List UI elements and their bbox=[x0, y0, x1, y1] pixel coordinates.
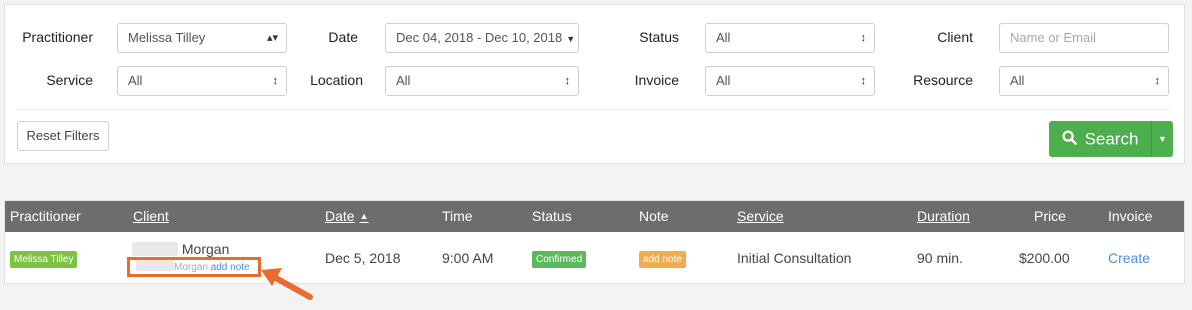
duration-value: 90 min. bbox=[917, 250, 963, 266]
status-label: Status bbox=[639, 29, 679, 45]
date-range-value: Dec 04, 2018 - Dec 10, 2018 bbox=[396, 30, 563, 45]
col-date-sort[interactable]: Date ▲ bbox=[325, 201, 369, 232]
status-value: All bbox=[716, 30, 731, 45]
invoice-select[interactable]: All ↕ bbox=[705, 66, 875, 96]
arrow-annotation-icon bbox=[261, 268, 313, 300]
reset-filters-button[interactable]: Reset Filters bbox=[17, 121, 109, 151]
sort-asc-icon: ▲ bbox=[359, 211, 369, 221]
redacted-name bbox=[132, 242, 178, 256]
status-badge: Confirmed bbox=[532, 251, 587, 268]
service-name: Initial Consultation bbox=[737, 250, 852, 266]
caret-down-icon: ▼ bbox=[1158, 134, 1167, 144]
location-value: All bbox=[396, 73, 411, 88]
create-invoice-link[interactable]: Create bbox=[1108, 249, 1150, 267]
select-arrows-icon: ↕ bbox=[860, 75, 867, 87]
search-icon bbox=[1062, 122, 1077, 158]
practitioner-badge: Melissa Tilley bbox=[10, 251, 78, 268]
select-arrows-icon: ↕ bbox=[860, 32, 867, 44]
col-practitioner: Practitioner bbox=[10, 208, 81, 224]
client-name[interactable]: Morgan bbox=[132, 241, 229, 257]
price-value: $200.00 bbox=[1019, 250, 1070, 266]
search-button-group: Search ▼ bbox=[1049, 121, 1173, 157]
resource-select[interactable]: All ↕ bbox=[999, 66, 1169, 96]
client-name-text: Morgan bbox=[181, 241, 230, 257]
table-header: Practitioner Client Date ▲ Time Status No… bbox=[5, 201, 1184, 232]
col-duration-sort[interactable]: Duration bbox=[917, 201, 970, 232]
location-select[interactable]: All ↕ bbox=[385, 66, 579, 96]
date-range-picker[interactable]: Dec 04, 2018 - Dec 10, 2018 ▼ bbox=[385, 23, 579, 53]
search-options-toggle[interactable]: ▼ bbox=[1151, 121, 1173, 157]
date-label: Date bbox=[328, 29, 358, 45]
select-arrows-icon: ↕ bbox=[564, 75, 571, 87]
appointment-date: Dec 5, 2018 bbox=[325, 250, 401, 266]
resource-value: All bbox=[1010, 73, 1025, 88]
col-service-sort[interactable]: Service bbox=[737, 201, 784, 232]
col-date-label: Date bbox=[325, 208, 355, 224]
add-note-badge[interactable]: add note bbox=[639, 251, 686, 268]
select-arrows-icon: ↕ bbox=[1154, 75, 1161, 87]
filter-panel: Practitioner Melissa Tilley ▴▾ Date Dec … bbox=[4, 4, 1185, 164]
highlight-box bbox=[127, 257, 261, 277]
search-button[interactable]: Search bbox=[1049, 121, 1151, 157]
search-label: Search bbox=[1084, 129, 1139, 149]
client-label: Client bbox=[937, 29, 973, 45]
practitioner-label: Practitioner bbox=[22, 29, 93, 45]
col-invoice: Invoice bbox=[1108, 208, 1153, 224]
col-status: Status bbox=[532, 208, 572, 224]
col-note: Note bbox=[639, 208, 669, 224]
col-client-sort[interactable]: Client bbox=[133, 201, 169, 232]
filter-divider bbox=[17, 109, 1172, 110]
resource-label: Resource bbox=[913, 72, 973, 88]
practitioner-value: Melissa Tilley bbox=[128, 30, 206, 45]
client-placeholder: Name or Email bbox=[1010, 30, 1096, 45]
service-value: All bbox=[128, 73, 143, 88]
status-select[interactable]: All ↕ bbox=[705, 23, 875, 53]
service-label: Service bbox=[46, 72, 93, 88]
col-price: Price bbox=[1034, 208, 1066, 224]
location-label: Location bbox=[310, 72, 363, 88]
appointment-time: 9:00 AM bbox=[442, 250, 494, 266]
service-select[interactable]: All ↕ bbox=[117, 66, 287, 96]
invoice-label: Invoice bbox=[634, 72, 679, 88]
invoice-value: All bbox=[716, 73, 731, 88]
caret-down-icon: ▼ bbox=[566, 34, 576, 44]
client-search-input[interactable]: Name or Email bbox=[999, 23, 1169, 53]
col-time: Time bbox=[442, 208, 473, 224]
